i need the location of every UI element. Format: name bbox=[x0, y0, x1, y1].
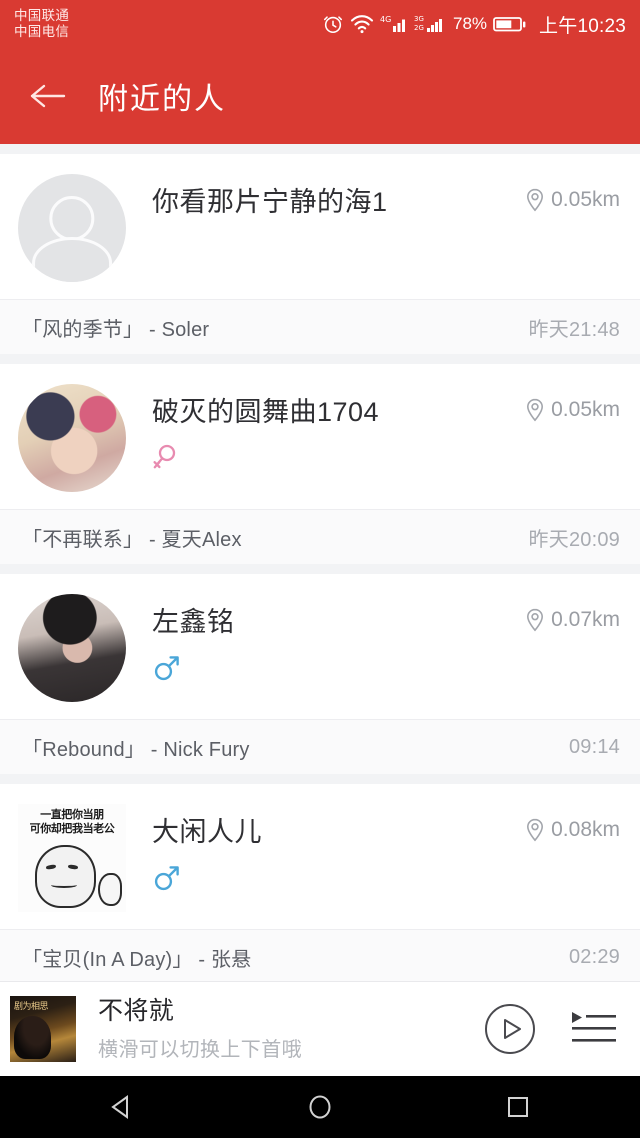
list-gap bbox=[0, 354, 640, 364]
player-song-title: 不将就 bbox=[98, 996, 175, 1025]
male-icon bbox=[154, 865, 179, 890]
song-time: 02:29 bbox=[568, 945, 620, 968]
song-time: 09:14 bbox=[568, 735, 620, 758]
distance-label: 0.07km bbox=[525, 608, 620, 632]
player-hint-text: 横滑可以切换上下首哦 bbox=[98, 1039, 302, 1062]
battery-icon bbox=[493, 17, 526, 32]
signal-3g-2g-icon: 3G 2G bbox=[414, 15, 443, 32]
page-title: 附近的人 bbox=[98, 83, 226, 116]
song-title: 「宝贝(In A Day)」 - 张悬 bbox=[22, 948, 252, 971]
alarm-icon bbox=[323, 16, 343, 34]
app-header: 附近的人 bbox=[0, 48, 640, 144]
wifi-icon bbox=[350, 15, 374, 34]
home-circle-icon bbox=[309, 1095, 331, 1119]
back-button[interactable] bbox=[26, 74, 70, 118]
list-gap bbox=[0, 564, 640, 574]
play-button[interactable] bbox=[484, 1003, 536, 1055]
distance-value: 0.08km bbox=[551, 818, 620, 841]
location-pin-icon bbox=[527, 188, 544, 212]
app-screen: 中国联通 中国电信 4G 3G 2G 78% 上午10:23 附近的人 你看那片… bbox=[0, 0, 640, 1138]
svg-text:3G: 3G bbox=[414, 15, 424, 23]
back-arrow-icon bbox=[30, 84, 66, 108]
female-icon bbox=[153, 444, 176, 469]
person-row[interactable]: 左鑫铭 0.07km bbox=[0, 574, 640, 719]
list-item[interactable]: 左鑫铭 0.07km 「Rebound」 - Nick Fury 09:14 bbox=[0, 574, 640, 774]
album-art-portrait bbox=[13, 1015, 51, 1060]
nav-home-button[interactable] bbox=[294, 1081, 346, 1133]
list-gap bbox=[0, 774, 640, 784]
person-row[interactable]: 破灭的圆舞曲1704 0.05km bbox=[0, 364, 640, 509]
player-text-block[interactable]: 不将就 横滑可以切换上下首哦 bbox=[76, 996, 484, 1062]
gender-badge bbox=[152, 442, 622, 474]
avatar[interactable] bbox=[18, 384, 126, 492]
song-title: 「风的季节」 - Soler bbox=[22, 318, 210, 341]
distance-value: 0.07km bbox=[551, 608, 620, 631]
male-icon bbox=[154, 655, 179, 680]
person-row[interactable]: 一直把你当朋 可你却把我当老公 大闲人儿 0.08km bbox=[0, 784, 640, 929]
location-pin-icon bbox=[527, 398, 544, 422]
person-info: 破灭的圆舞曲1704 bbox=[126, 382, 622, 474]
song-row[interactable]: 「风的季节」 - Soler 昨天21:48 bbox=[0, 299, 640, 354]
location-pin-icon bbox=[527, 608, 544, 632]
distance-value: 0.05km bbox=[551, 188, 620, 211]
status-icons: 4G 3G 2G 78% 上午10:23 bbox=[322, 11, 626, 38]
meme-hand-icon bbox=[97, 873, 122, 906]
mini-player-bar[interactable]: 剧为相思 不将就 横滑可以切换上下首哦 bbox=[0, 981, 640, 1076]
distance-label: 0.08km bbox=[525, 818, 620, 842]
playlist-button[interactable] bbox=[570, 1008, 618, 1050]
carrier-line-2: 中国电信 bbox=[14, 24, 70, 39]
song-row[interactable]: 「宝贝(In A Day)」 - 张悬 02:29 bbox=[0, 929, 640, 981]
avatar[interactable]: 一直把你当朋 可你却把我当老公 bbox=[18, 804, 126, 912]
meme-caption-line-2: 可你却把我当老公 bbox=[29, 822, 115, 835]
avatar[interactable] bbox=[18, 594, 126, 702]
distance-label: 0.05km bbox=[525, 398, 620, 422]
person-info: 大闲人儿 bbox=[126, 802, 622, 894]
location-pin-icon bbox=[527, 818, 544, 842]
song-title: 「Rebound」 - Nick Fury bbox=[22, 738, 250, 761]
song-time: 昨天21:48 bbox=[528, 318, 620, 341]
list-item[interactable]: 破灭的圆舞曲1704 0.05km 「不再联系」 - 夏天Alex 昨天20:0… bbox=[0, 364, 640, 564]
distance-label: 0.05km bbox=[525, 188, 620, 212]
song-time: 昨天20:09 bbox=[528, 528, 620, 551]
meme-caption-line-1: 一直把你当朋 bbox=[40, 808, 104, 821]
nav-recents-button[interactable] bbox=[492, 1081, 544, 1133]
list-item[interactable]: 一直把你当朋 可你却把我当老公 大闲人儿 0.08km 「宝贝(In A Day… bbox=[0, 784, 640, 981]
meme-avatar-image: 一直把你当朋 可你却把我当老公 bbox=[18, 804, 126, 912]
album-art-text: 剧为相思 bbox=[14, 1002, 49, 1012]
player-controls bbox=[484, 1003, 618, 1055]
carrier-labels: 中国联通 中国电信 bbox=[14, 8, 69, 39]
avatar[interactable] bbox=[18, 174, 126, 282]
svg-text:2G: 2G bbox=[414, 24, 424, 32]
song-title: 「不再联系」 - 夏天Alex bbox=[22, 528, 242, 551]
song-row[interactable]: 「Rebound」 - Nick Fury 09:14 bbox=[0, 719, 640, 774]
signal-4g-icon: 4G bbox=[380, 15, 406, 32]
gender-badge bbox=[152, 862, 622, 894]
person-row[interactable]: 你看那片宁静的海1 0.05km bbox=[0, 154, 640, 299]
album-art[interactable]: 剧为相思 bbox=[10, 996, 76, 1062]
nav-back-button[interactable] bbox=[96, 1081, 148, 1133]
status-bar: 中国联通 中国电信 4G 3G 2G 78% 上午10:23 bbox=[0, 0, 640, 48]
svg-text:4G: 4G bbox=[380, 15, 391, 24]
list-gap bbox=[0, 144, 640, 154]
android-nav-bar bbox=[0, 1076, 640, 1138]
status-clock: 上午10:23 bbox=[539, 15, 626, 37]
list-item[interactable]: 你看那片宁静的海1 0.05km 「风的季节」 - Soler 昨天21:48 bbox=[0, 154, 640, 354]
battery-percent: 78% bbox=[453, 14, 488, 33]
song-row[interactable]: 「不再联系」 - 夏天Alex 昨天20:09 bbox=[0, 509, 640, 564]
avatar-placeholder-icon bbox=[18, 174, 126, 282]
back-triangle-icon bbox=[111, 1095, 128, 1119]
gender-badge bbox=[152, 652, 622, 684]
recents-square-icon bbox=[508, 1097, 528, 1117]
carrier-line-1: 中国联通 bbox=[14, 8, 70, 24]
distance-value: 0.05km bbox=[551, 398, 620, 421]
meme-face-icon bbox=[35, 845, 96, 908]
nearby-people-list[interactable]: 你看那片宁静的海1 0.05km 「风的季节」 - Soler 昨天21:48 bbox=[0, 144, 640, 981]
person-info: 左鑫铭 bbox=[126, 592, 622, 684]
